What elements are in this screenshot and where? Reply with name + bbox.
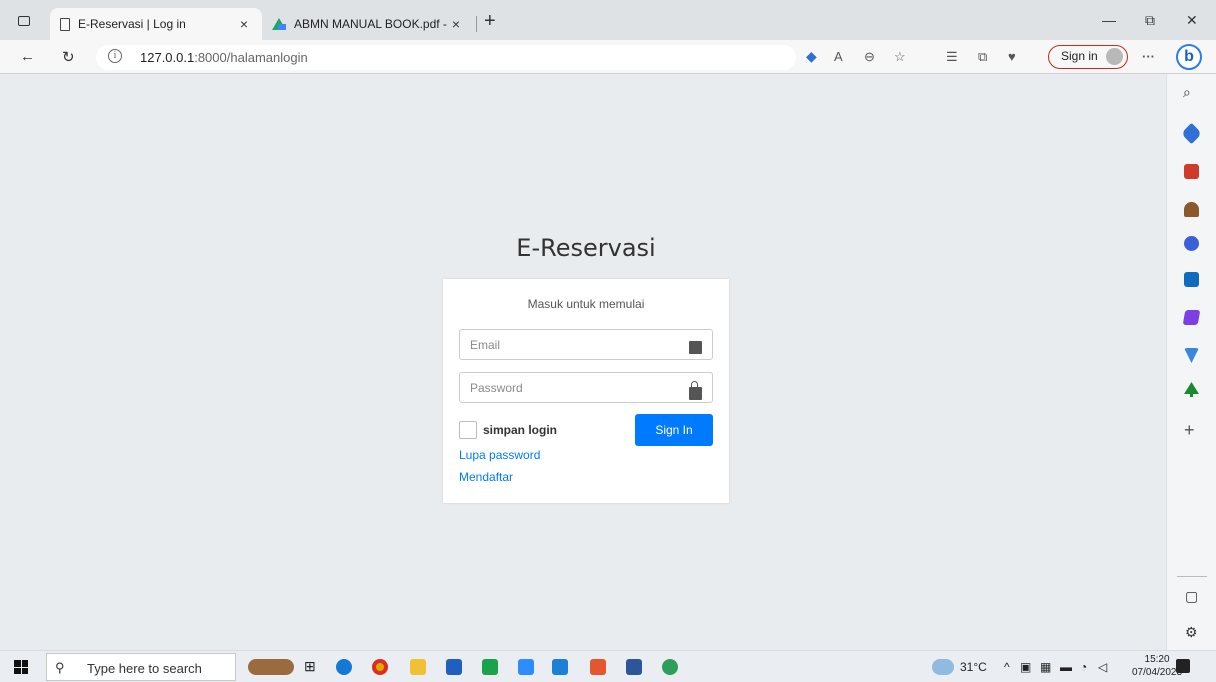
envelope-icon — [689, 341, 702, 354]
file-explorer-icon[interactable] — [410, 659, 426, 675]
collections-icon[interactable]: ⧉ — [978, 49, 987, 65]
browser-toolbar: ← ↻ i 127.0.0.1:8000/halamanlogin ◆ A ⊖ … — [0, 40, 1216, 74]
send-icon[interactable] — [1184, 348, 1199, 363]
widget-squirrel-icon[interactable] — [248, 659, 294, 675]
search-icon: ⚲ — [55, 660, 65, 675]
battery-tray-icon[interactable]: ▬ — [1060, 660, 1072, 674]
word-icon[interactable] — [626, 659, 642, 675]
zoom-icon[interactable]: ⊖ — [864, 49, 875, 65]
wifi-tray-icon[interactable]: ◔ — [1080, 660, 1087, 674]
briefcase-icon[interactable] — [1184, 164, 1199, 179]
bing-chat-icon[interactable]: b — [1176, 44, 1202, 70]
notification-icon[interactable] — [1176, 659, 1190, 673]
taskbar-search-placeholder: Type here to search — [87, 661, 202, 676]
tab-manual-book[interactable]: ABMN MANUAL BOOK.pdf - Goo × — [262, 8, 474, 40]
clock-date: 07/04/2023 — [1132, 667, 1183, 678]
tab-strip: E-Reservasi | Log in × ABMN MANUAL BOOK.… — [0, 0, 1216, 40]
login-card: Masuk untuk memulai simpan login Sign In… — [443, 279, 729, 503]
profile-signin-button[interactable]: Sign in — [1048, 45, 1128, 69]
chrome-profile-icon[interactable] — [662, 659, 678, 675]
signin-label: Sign in — [1061, 49, 1098, 63]
password-input[interactable] — [470, 379, 670, 397]
email-input[interactable] — [470, 336, 670, 354]
url-path: :8000/halamanlogin — [194, 50, 308, 65]
add-sidebar-app-icon[interactable]: + — [1184, 420, 1195, 441]
page-content: E-Reservasi Masuk untuk memulai simpan l… — [0, 74, 1166, 650]
tab-close-icon[interactable]: × — [236, 16, 252, 32]
back-icon[interactable]: ← — [20, 48, 35, 65]
new-tab-button[interactable]: + — [484, 10, 496, 33]
login-subtitle: Masuk untuk memulai — [527, 297, 645, 311]
lock-icon — [689, 381, 702, 400]
tray-chevron-icon[interactable]: ^ — [1004, 660, 1010, 674]
mail-icon[interactable] — [446, 659, 462, 675]
favorite-icon[interactable]: ☆ — [894, 49, 906, 65]
taskbar-search[interactable]: ⚲ Type here to search — [46, 653, 236, 681]
sidebar-divider — [1177, 576, 1207, 577]
office-icon[interactable] — [1184, 236, 1199, 251]
url-text[interactable]: 127.0.0.1:8000/halamanlogin — [140, 50, 308, 65]
start-button[interactable] — [14, 660, 28, 674]
site-info-icon[interactable]: i — [108, 49, 122, 63]
workspaces-icon[interactable] — [18, 16, 30, 26]
search-icon[interactable]: ⌕ — [1183, 84, 1191, 101]
designer-icon[interactable] — [1182, 310, 1201, 325]
volume-tray-icon[interactable]: ◁ — [1098, 660, 1107, 674]
close-window-button[interactable]: ✕ — [1186, 12, 1198, 29]
tag-icon[interactable] — [1180, 122, 1203, 145]
forgot-password-link[interactable]: Lupa password — [459, 448, 540, 462]
more-icon[interactable]: ··· — [1142, 49, 1155, 64]
edge-icon[interactable] — [336, 659, 352, 675]
avatar — [1106, 48, 1123, 65]
password-field[interactable] — [459, 372, 713, 403]
games-icon[interactable] — [1184, 202, 1199, 217]
outlook-icon[interactable] — [1184, 272, 1199, 287]
remember-label: simpan login — [483, 423, 558, 437]
tab-title: E-Reservasi | Log in — [78, 17, 186, 31]
reload-icon[interactable]: ↻ — [62, 48, 75, 66]
sign-in-button[interactable]: Sign In — [635, 414, 713, 446]
weather-icon[interactable] — [932, 659, 954, 675]
page-title: E-Reservasi — [516, 234, 656, 262]
restore-button[interactable]: ⧉ — [1145, 12, 1155, 29]
settings-icon[interactable]: ⚙ — [1185, 624, 1198, 641]
remember-login[interactable]: simpan login — [459, 421, 557, 439]
edge-sidebar: ⌕ + ▢ ⚙ — [1166, 74, 1216, 650]
register-link[interactable]: Mendaftar — [459, 470, 513, 484]
chrome-icon[interactable] — [372, 659, 388, 675]
clock-time: 15:20 — [1144, 654, 1170, 665]
xampp-icon[interactable] — [590, 659, 606, 675]
google-drive-icon — [272, 18, 286, 30]
read-aloud-icon[interactable]: A — [834, 49, 843, 64]
system-clock[interactable]: 15:20 07/04/2023 — [1132, 653, 1182, 679]
hide-sidebar-icon[interactable]: ▢ — [1185, 588, 1198, 605]
tab-close-icon[interactable]: × — [448, 16, 464, 32]
url-host: 127.0.0.1 — [140, 50, 195, 65]
task-view-icon[interactable]: ⊞ — [304, 658, 316, 675]
device-tray-icon[interactable]: ▦ — [1040, 660, 1051, 674]
remember-checkbox[interactable] — [459, 421, 477, 439]
page-icon — [60, 17, 70, 31]
tab-e-reservasi[interactable]: E-Reservasi | Log in × — [50, 8, 262, 40]
tab-divider — [476, 16, 477, 32]
windows-taskbar: ⚲ Type here to search ⊞ 31°C ^ ▣ ▦ ▬ ◔ ◁… — [0, 650, 1216, 682]
tree-icon[interactable] — [1184, 382, 1199, 397]
address-bar[interactable]: i 127.0.0.1:8000/halamanlogin — [96, 45, 796, 70]
zoom-icon[interactable] — [518, 659, 534, 675]
shopping-tag-icon[interactable]: ◆ — [806, 48, 817, 65]
vscode-icon[interactable] — [552, 659, 568, 675]
health-icon[interactable]: ♥ — [1008, 49, 1016, 64]
network-tray-icon[interactable]: ▣ — [1020, 660, 1031, 674]
weather-temp[interactable]: 31°C — [960, 660, 987, 674]
minimize-button[interactable]: — — [1102, 12, 1116, 28]
favorites-list-icon[interactable]: ☰ — [946, 49, 958, 65]
launcher-icon[interactable] — [482, 659, 498, 675]
email-field[interactable] — [459, 329, 713, 360]
tab-title: ABMN MANUAL BOOK.pdf - Goo — [294, 17, 448, 31]
